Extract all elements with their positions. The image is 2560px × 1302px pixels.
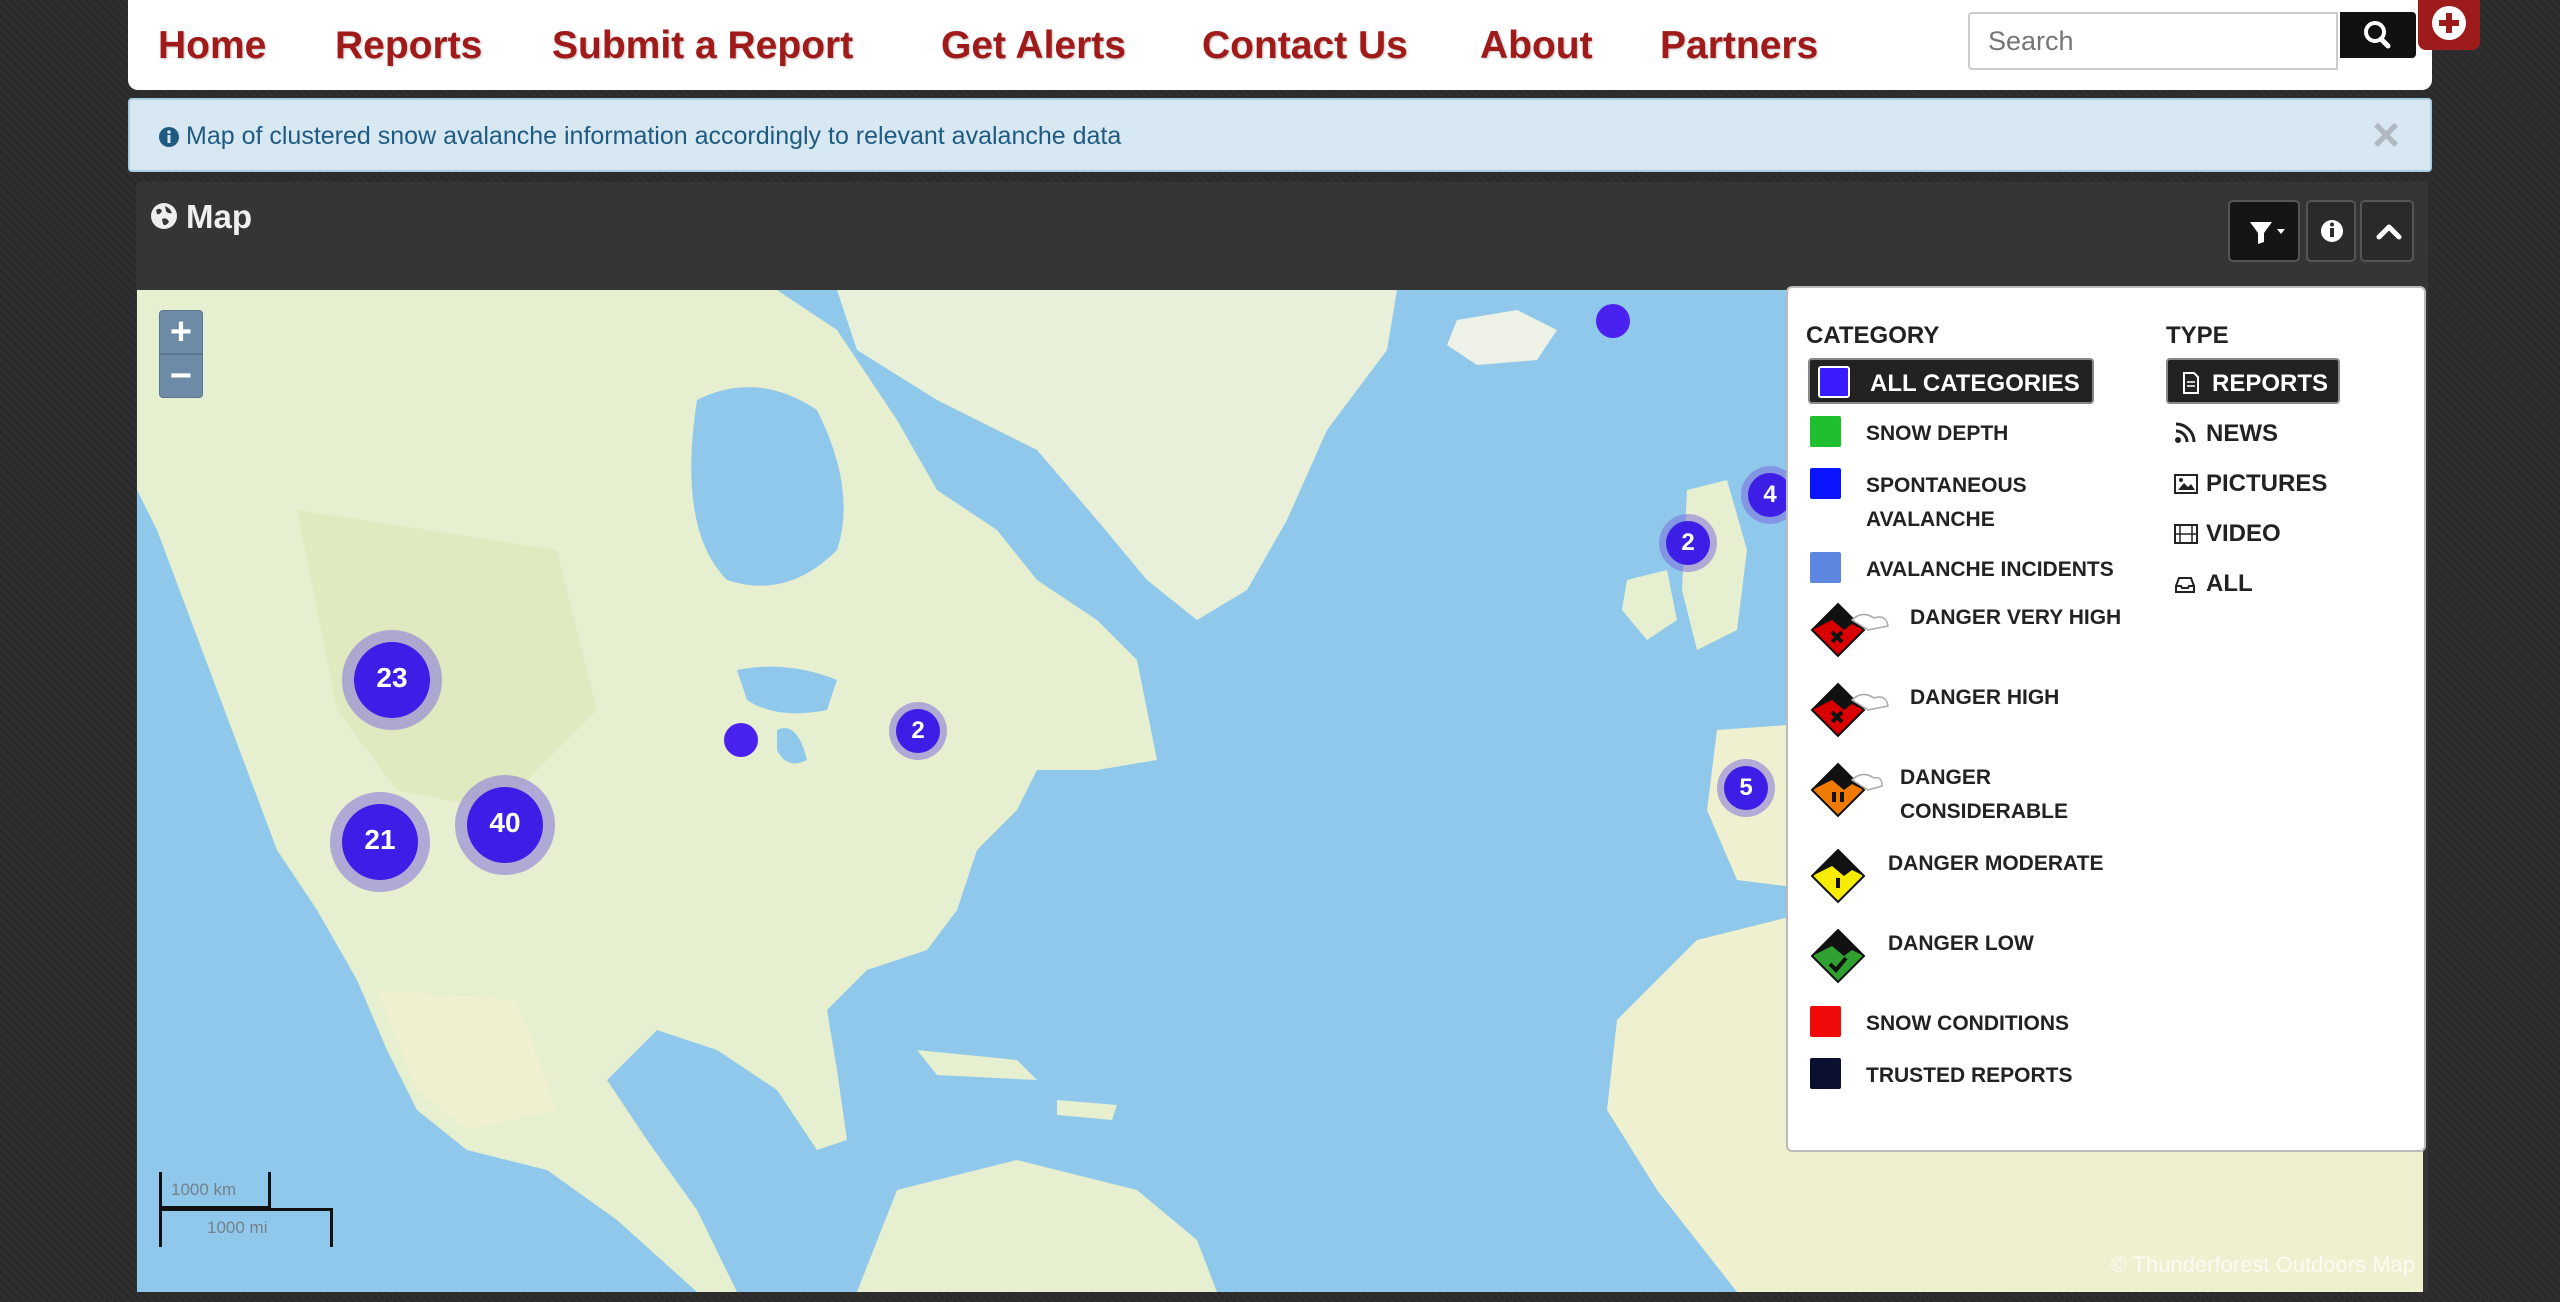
category-all[interactable]: ALL CATEGORIES bbox=[1808, 358, 2094, 404]
category-danger-very-high[interactable]: DANGER VERY HIGH bbox=[1810, 598, 2130, 668]
danger-low-label: DANGER LOW bbox=[1888, 932, 2034, 955]
category-spontaneous-avalanche[interactable]: SPONTANEOUS AVALANCHE bbox=[1810, 468, 2110, 538]
trusted-label: TRUSTED REPORTS bbox=[1866, 1064, 2073, 1087]
incidents-label: AVALANCHE INCIDENTS bbox=[1866, 558, 2114, 581]
snow-conditions-label: SNOW CONDITIONS bbox=[1866, 1012, 2069, 1035]
cluster-count: 40 bbox=[489, 807, 521, 838]
filter-dropdown-button[interactable] bbox=[2228, 200, 2300, 262]
zoom-out-button[interactable]: − bbox=[159, 354, 203, 398]
chevron-up-icon bbox=[2376, 224, 2402, 240]
type-heading: TYPE bbox=[2166, 322, 2229, 349]
snow-depth-swatch bbox=[1810, 416, 1841, 447]
category-danger-low[interactable]: DANGER LOW bbox=[1810, 924, 2130, 994]
category-all-label: ALL CATEGORIES bbox=[1870, 370, 2080, 397]
picture-icon bbox=[2174, 474, 2198, 494]
category-snow-depth[interactable]: SNOW DEPTH bbox=[1810, 416, 2110, 450]
info-icon bbox=[159, 127, 179, 147]
trusted-swatch bbox=[1810, 1058, 1841, 1089]
zoom-in-button[interactable]: + bbox=[159, 310, 203, 354]
nav-partners-link[interactable]: Partners bbox=[1660, 24, 1818, 68]
category-heading: CATEGORY bbox=[1806, 322, 1940, 349]
add-report-button[interactable] bbox=[2418, 0, 2480, 50]
danger-very-high-label: DANGER VERY HIGH bbox=[1910, 606, 2122, 629]
incidents-swatch bbox=[1810, 552, 1841, 583]
category-snow-conditions[interactable]: SNOW CONDITIONS bbox=[1810, 1006, 2130, 1040]
nav-contact-link[interactable]: Contact Us bbox=[1202, 24, 1408, 68]
danger-considerable-line1: DANGER bbox=[1900, 766, 1992, 789]
cluster-count: 2 bbox=[911, 717, 925, 744]
danger-high-label: DANGER HIGH bbox=[1910, 686, 2060, 709]
cluster-marker[interactable]: 21 bbox=[330, 792, 430, 892]
rss-icon bbox=[2175, 422, 2196, 443]
category-danger-high[interactable]: DANGER HIGH bbox=[1810, 678, 2130, 748]
spontaneous-label-line2: AVALANCHE bbox=[1866, 508, 1995, 531]
cluster-marker[interactable]: 23 bbox=[342, 630, 442, 730]
type-video[interactable]: VIDEO bbox=[2174, 514, 2344, 554]
alert-message: Map of clustered snow avalanche informat… bbox=[186, 122, 1122, 150]
collapse-button[interactable] bbox=[2360, 200, 2414, 262]
cluster-marker[interactable]: 40 bbox=[455, 775, 555, 875]
single-marker[interactable] bbox=[1596, 304, 1630, 338]
scale-mi-label: 1000 mi bbox=[207, 1218, 268, 1237]
danger-considerable-line2: CONSIDERABLE bbox=[1900, 800, 2069, 823]
search-icon bbox=[2364, 21, 2391, 49]
nav-get-alerts-link[interactable]: Get Alerts bbox=[941, 24, 1126, 68]
alert-close-button[interactable]: × bbox=[2372, 108, 2400, 163]
panel-title: Map bbox=[186, 198, 252, 235]
cluster-count: 23 bbox=[376, 662, 408, 693]
type-reports[interactable]: REPORTS bbox=[2166, 358, 2340, 404]
plus-circle-icon bbox=[2432, 6, 2466, 40]
single-marker[interactable] bbox=[724, 723, 758, 757]
spontaneous-label-line1: SPONTANEOUS bbox=[1866, 474, 2027, 497]
search-input[interactable] bbox=[1968, 12, 2338, 70]
info-circle-icon bbox=[2321, 220, 2343, 242]
cluster-count: 5 bbox=[1739, 774, 1753, 801]
map-attribution: © Thunderforest Outdoors Map bbox=[2110, 1252, 2415, 1277]
nav-reports-link[interactable]: Reports bbox=[335, 24, 482, 68]
cluster-count: 21 bbox=[364, 824, 396, 855]
spontaneous-swatch bbox=[1810, 468, 1841, 499]
globe-icon bbox=[151, 203, 177, 229]
info-button[interactable] bbox=[2306, 200, 2356, 262]
nav-submit-report-link[interactable]: Submit a Report bbox=[552, 24, 853, 68]
category-danger-considerable[interactable]: DANGER CONSIDERABLE bbox=[1810, 758, 2130, 832]
type-news-label: NEWS bbox=[2206, 420, 2278, 447]
danger-considerable-icon bbox=[1810, 762, 1883, 818]
type-pictures[interactable]: PICTURES bbox=[2174, 464, 2374, 504]
type-news[interactable]: NEWS bbox=[2174, 414, 2324, 454]
cluster-marker[interactable]: 5 bbox=[1717, 759, 1775, 817]
cluster-count: 2 bbox=[1681, 529, 1695, 556]
type-video-label: VIDEO bbox=[2206, 520, 2281, 547]
nav-home-link[interactable]: Home bbox=[158, 24, 266, 68]
danger-high-icon bbox=[1810, 682, 1889, 738]
filter-panel: CATEGORY TYPE ALL CATEGORIES SNOW DEPTH … bbox=[1786, 286, 2426, 1152]
danger-moderate-icon bbox=[1810, 848, 1866, 904]
search-button[interactable] bbox=[2340, 12, 2416, 58]
document-icon bbox=[2183, 372, 2199, 394]
type-reports-label: REPORTS bbox=[2212, 370, 2329, 397]
snow-depth-label: SNOW DEPTH bbox=[1866, 422, 2009, 445]
danger-very-high-icon bbox=[1810, 602, 1889, 658]
type-all-label: ALL bbox=[2206, 570, 2253, 597]
snow-conditions-swatch bbox=[1810, 1006, 1841, 1037]
category-trusted-reports[interactable]: TRUSTED REPORTS bbox=[1810, 1058, 2130, 1092]
category-avalanche-incidents[interactable]: AVALANCHE INCIDENTS bbox=[1810, 552, 2130, 586]
danger-low-icon bbox=[1810, 928, 1866, 984]
cluster-marker[interactable]: 2 bbox=[1659, 514, 1717, 572]
type-pictures-label: PICTURES bbox=[2206, 470, 2328, 497]
cluster-marker[interactable]: 2 bbox=[889, 702, 947, 760]
scale-bar: 1000 km 1000 mi bbox=[159, 1172, 333, 1248]
filter-icon bbox=[2250, 222, 2285, 244]
info-alert: Map of clustered snow avalanche informat… bbox=[128, 98, 2432, 172]
category-danger-moderate[interactable]: DANGER MODERATE bbox=[1810, 844, 2130, 914]
scale-km-label: 1000 km bbox=[171, 1180, 237, 1199]
film-icon bbox=[2174, 524, 2198, 544]
nav-about-link[interactable]: About bbox=[1480, 24, 1593, 68]
inbox-icon bbox=[2175, 577, 2195, 593]
danger-moderate-label: DANGER MODERATE bbox=[1888, 852, 2104, 875]
category-all-swatch bbox=[1818, 366, 1850, 398]
type-all[interactable]: ALL bbox=[2174, 564, 2324, 604]
